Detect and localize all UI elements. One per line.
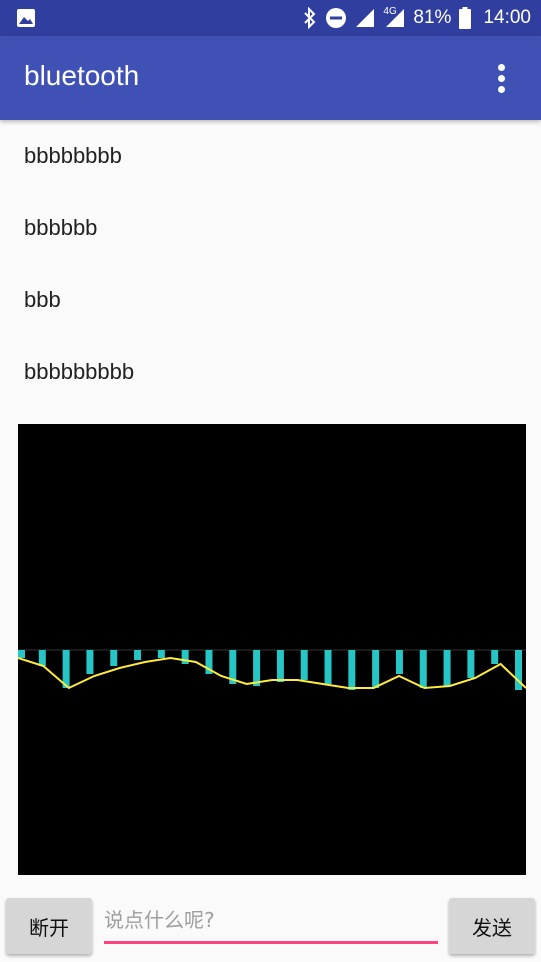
chart-bar (253, 650, 261, 686)
list-item[interactable]: bbbbbbbbb (0, 336, 541, 408)
app-title: bluetooth (24, 60, 140, 91)
list-item[interactable]: bbbbbb (0, 192, 541, 264)
chart-bar (18, 650, 25, 658)
chart-bar (134, 650, 142, 660)
signal-icon (356, 9, 375, 27)
message-input-wrapper (104, 898, 438, 944)
chart-bar (38, 650, 46, 666)
message-input[interactable] (104, 898, 438, 942)
message-list[interactable]: bbbbbbbb bbbbbb bbb bbbbbbbbb (0, 120, 541, 408)
status-bar: 4G 81% 14:00 (0, 0, 541, 36)
overflow-menu-button[interactable] (485, 62, 517, 94)
battery-icon (459, 7, 472, 29)
chart-bar (181, 650, 189, 664)
chart-bar (157, 650, 165, 658)
waveform-chart (17, 424, 527, 875)
image-notification-icon (17, 9, 35, 27)
disconnect-button[interactable]: 断开 (6, 898, 92, 954)
more-vert-icon (497, 63, 505, 71)
chart-bar (491, 650, 499, 664)
chart-bar (300, 650, 308, 680)
chart-bar (324, 650, 332, 684)
chart-bar (419, 650, 427, 688)
network-type: 4G (383, 6, 397, 17)
chart-bar (86, 650, 94, 674)
chart-bar (276, 650, 284, 682)
input-underline (104, 941, 438, 944)
app-bar: bluetooth (0, 36, 541, 120)
chart-bar (395, 650, 403, 674)
chart-bar (348, 650, 356, 690)
list-item[interactable]: bbb (0, 264, 541, 336)
send-button[interactable]: 发送 (449, 898, 535, 954)
clock: 14:00 (483, 7, 531, 28)
mobile-network-indicator: 4G (383, 6, 405, 28)
bluetooth-icon (304, 7, 316, 29)
do-not-disturb-icon (326, 8, 347, 28)
chart-bar (467, 650, 475, 678)
battery-percentage: 81% (413, 7, 452, 28)
more-vert-icon (497, 74, 505, 82)
chart-bar (443, 650, 451, 686)
waveform-svg (17, 649, 527, 690)
chart-bar (372, 650, 380, 688)
chart-bar (110, 650, 118, 666)
list-item[interactable]: bbbbbbbb (0, 120, 541, 192)
more-vert-icon (497, 85, 505, 93)
